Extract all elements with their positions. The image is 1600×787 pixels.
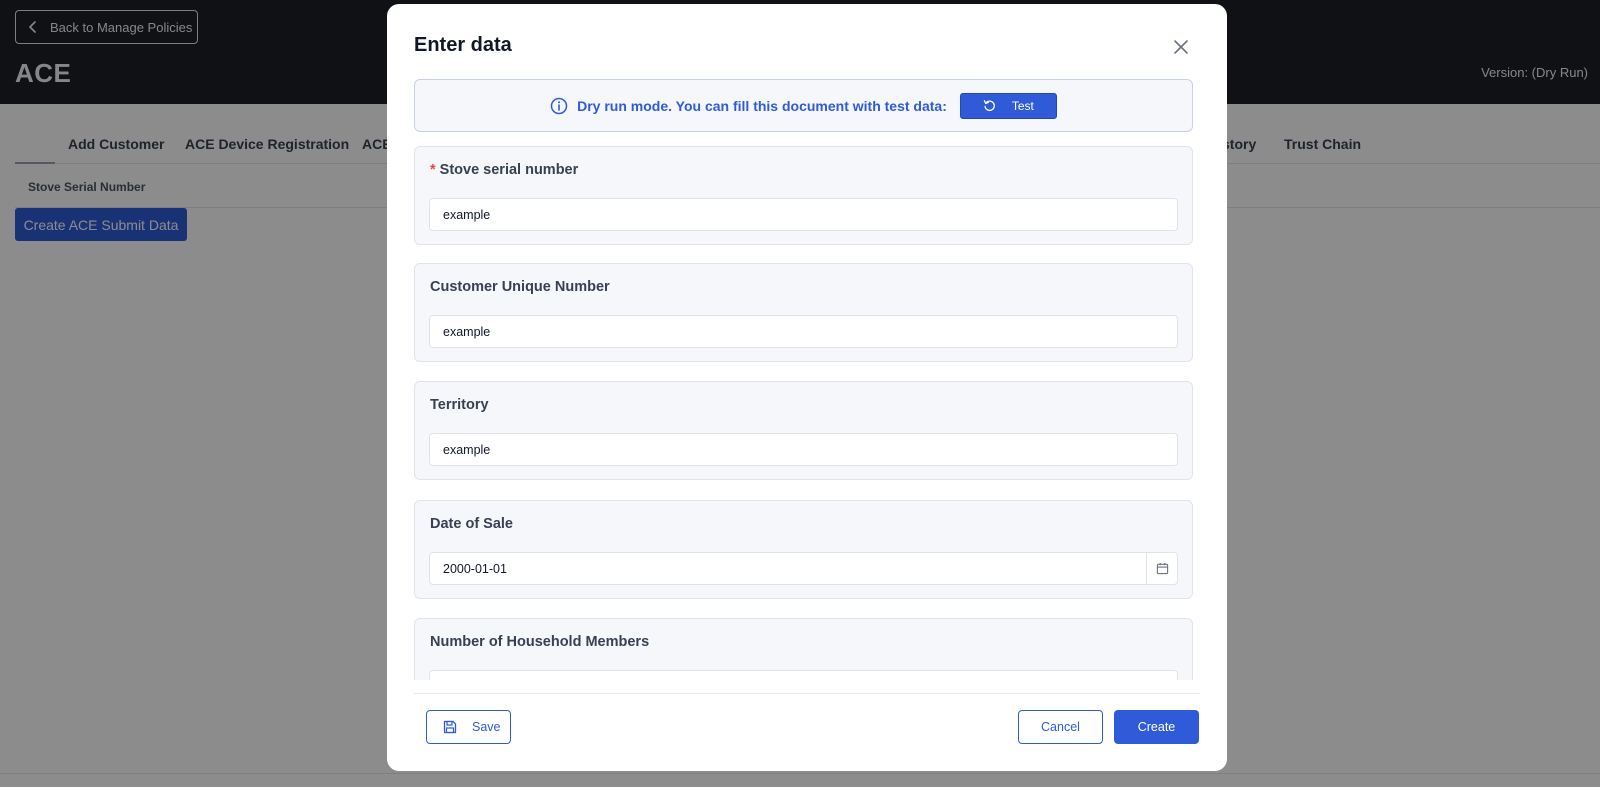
field-customer-unique-number: Customer Unique Number (414, 263, 1193, 362)
territory-input[interactable] (429, 433, 1178, 466)
field-label-text: Stove serial number (439, 162, 579, 178)
test-button-label: Test (1011, 98, 1034, 113)
field-label-territory: Territory (430, 397, 489, 413)
date-of-sale-picker[interactable] (429, 552, 1178, 585)
dry-run-info-text: Dry run mode. You can fill this document… (577, 97, 947, 114)
close-button[interactable] (1173, 39, 1189, 55)
calendar-button[interactable] (1146, 553, 1177, 584)
stove-serial-number-input[interactable] (429, 198, 1178, 231)
field-date-of-sale: Date of Sale (414, 500, 1193, 599)
calendar-icon (1156, 562, 1168, 575)
field-label-customer-unique-number: Customer Unique Number (430, 279, 610, 295)
form-scroll-area[interactable]: *Stove serial number Customer Unique Num… (414, 146, 1204, 680)
household-members-input[interactable] (429, 670, 1178, 680)
refresh-icon (983, 100, 995, 112)
enter-data-dialog: Enter data Dry run mode. You can fill th… (387, 4, 1227, 771)
close-icon (1174, 40, 1188, 54)
date-of-sale-input[interactable] (430, 553, 1146, 584)
field-label-household-members: Number of Household Members (430, 634, 650, 650)
dialog-title: Enter data (414, 34, 512, 56)
customer-unique-number-input[interactable] (429, 315, 1178, 348)
save-button[interactable]: Save (426, 710, 511, 744)
save-icon (443, 720, 457, 734)
required-marker: * (430, 162, 436, 178)
field-label-date-of-sale: Date of Sale (430, 516, 513, 532)
info-icon (550, 97, 568, 115)
footer-divider (414, 693, 1200, 694)
create-button[interactable]: Create (1114, 710, 1199, 744)
test-data-button[interactable]: Test (959, 92, 1057, 119)
field-stove-serial-number: * Stove serial number (414, 146, 1193, 245)
cancel-button[interactable]: Cancel (1018, 710, 1103, 744)
dry-run-info-banner: Dry run mode. You can fill this document… (414, 79, 1193, 132)
field-territory: Territory (414, 381, 1193, 480)
field-label-stove-serial-number: * Stove serial number (430, 162, 578, 178)
save-button-label: Save (472, 720, 501, 734)
field-number-of-household-members: Number of Household Members (414, 618, 1193, 680)
